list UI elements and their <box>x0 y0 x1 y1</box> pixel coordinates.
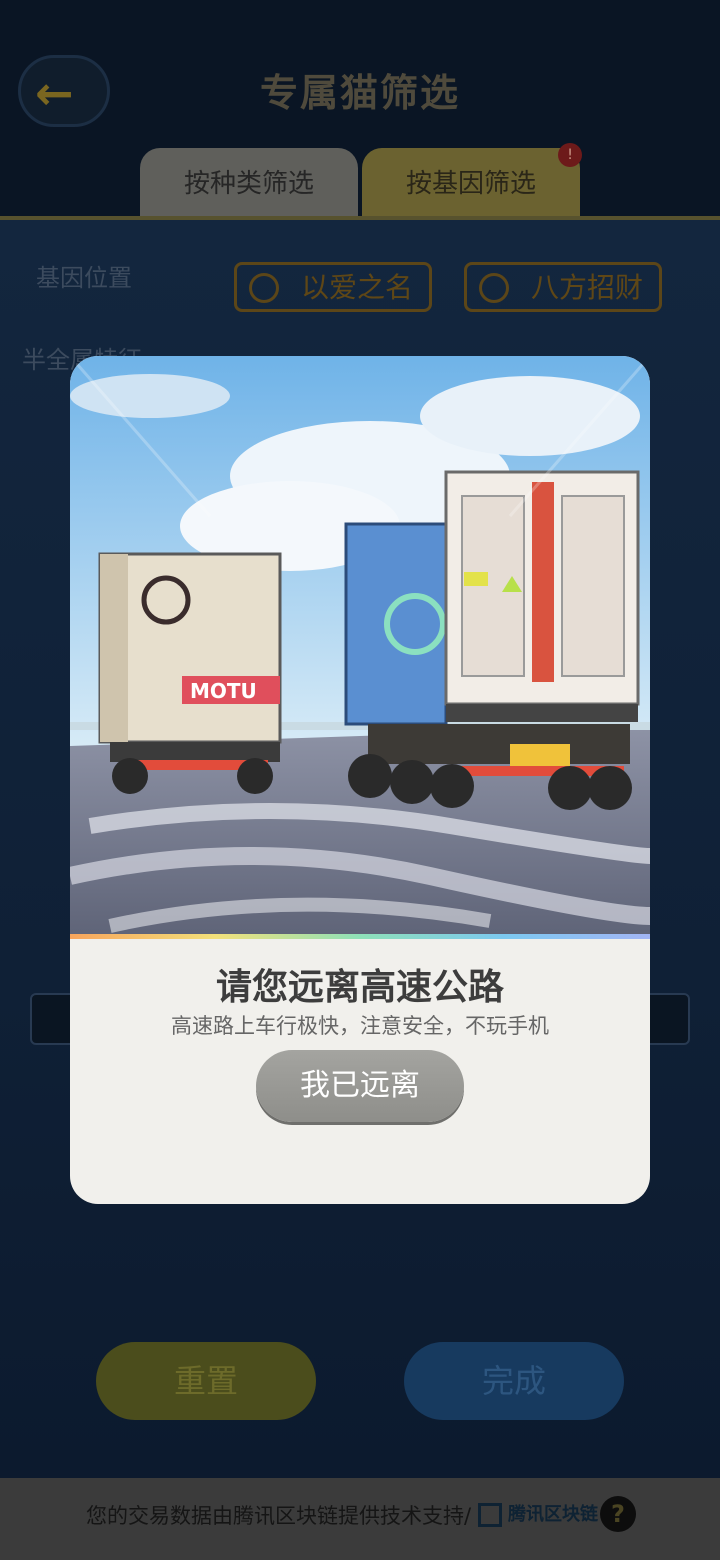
chip-label: 八方招财 <box>531 271 644 304</box>
chip-cat-icon <box>479 273 509 303</box>
filter-label-gene-position: 基因位置 <box>36 264 132 292</box>
chip-option-2[interactable]: 八方招财 <box>464 262 662 312</box>
footer-text: 您的交易数据由腾讯区块链提供技术支持/ <box>86 1504 472 1528</box>
rainbow-divider <box>70 934 650 939</box>
tab-badge: ! <box>558 143 582 167</box>
help-icon[interactable]: ? <box>600 1496 636 1532</box>
chip-cat-icon <box>249 273 279 303</box>
tab-by-gene[interactable]: 按基因筛选 <box>362 148 580 218</box>
motu-logo-text: MOTU <box>190 679 257 703</box>
safety-modal: MOTU 请您远离高速公路 高速路上车行极快，注意安全，不玩手机 我已远离 <box>70 356 650 1204</box>
confirm-away-button[interactable]: 我已远离 <box>256 1050 464 1122</box>
modal-title: 请您远离高速公路 <box>215 967 504 1008</box>
done-button[interactable]: 完成 <box>404 1342 624 1420</box>
tencent-blockchain-logo: 腾讯区块链 <box>478 1500 598 1527</box>
tab-by-type[interactable]: 按种类筛选 <box>140 148 358 218</box>
modal-description: 高速路上车行极快，注意安全，不玩手机 <box>171 1014 549 1038</box>
footer-logo-text: 腾讯区块链 <box>508 1504 598 1525</box>
chip-option-1[interactable]: 以爱之名 <box>234 262 432 312</box>
reset-button[interactable]: 重置 <box>96 1342 316 1420</box>
page-title: 专属猫筛选 <box>259 71 460 115</box>
chip-label: 以爱之名 <box>301 271 414 304</box>
blockchain-logo-icon <box>478 1503 502 1527</box>
highway-trucks-illustration: MOTU <box>70 356 650 936</box>
tab-underline <box>0 216 720 220</box>
